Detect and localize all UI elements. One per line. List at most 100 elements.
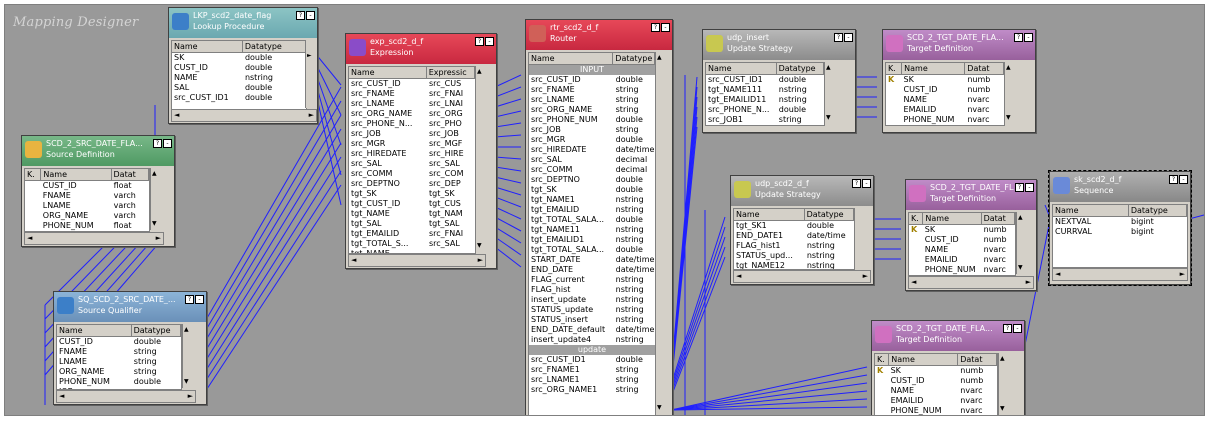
- port-row[interactable]: src_ORG_NAME1 string: [529, 385, 655, 395]
- minimize-icon[interactable]: -: [195, 295, 204, 304]
- port-row[interactable]: src_HIREDATE date/time: [529, 145, 655, 155]
- port-row[interactable]: tgt_NAME12 nstring: [734, 261, 854, 269]
- port-row[interactable]: src_CUST_ID1 double: [706, 75, 824, 85]
- port-row[interactable]: NEXTVAL bigint: [1053, 217, 1187, 227]
- column-header[interactable]: Datatype: [777, 63, 824, 74]
- port-row[interactable]: insert_update nstring: [529, 295, 655, 305]
- restore-icon[interactable]: ?: [651, 23, 660, 32]
- port-row[interactable]: tgt_SK tgt_SK: [349, 189, 475, 199]
- port-row[interactable]: src_FNAME src_FNAI: [349, 89, 475, 99]
- column-header[interactable]: Name: [1053, 205, 1129, 216]
- restore-icon[interactable]: ?: [185, 295, 194, 304]
- port-row[interactable]: CUST_ID numb: [875, 376, 997, 386]
- column-header[interactable]: Datat: [965, 63, 1004, 74]
- update-strategy-scd2[interactable]: udp_scd2_d_f Update Strategy ? - Name Data…: [730, 175, 874, 285]
- port-row[interactable]: K SK numb: [909, 225, 1015, 235]
- column-header[interactable]: Datatype: [132, 325, 181, 336]
- column-header[interactable]: Name: [706, 63, 777, 74]
- column-header[interactable]: K.: [875, 354, 890, 365]
- port-row[interactable]: NAME nvarc: [875, 386, 997, 396]
- scroll-down-icon[interactable]: ▼: [657, 404, 662, 412]
- restore-icon[interactable]: ?: [852, 179, 861, 188]
- port-row[interactable]: START_DATE date/time: [529, 255, 655, 265]
- port-row[interactable]: FNAME varch: [25, 191, 149, 201]
- update-strategy-insert[interactable]: udp_insert Update Strategy ? - Name Dataty…: [702, 29, 856, 133]
- expression-transformation[interactable]: exp_scd2_d_f Expression ? - Name Expressic…: [345, 33, 497, 269]
- port-row[interactable]: src_MGR double: [529, 135, 655, 145]
- restore-icon[interactable]: ?: [834, 33, 843, 42]
- column-header[interactable]: Name: [41, 169, 112, 180]
- port-row[interactable]: K SK numb: [875, 366, 997, 376]
- source-qualifier-header[interactable]: SQ_SCD_2_SRC_DATE_... Source Qualifier ?…: [54, 292, 206, 322]
- port-row[interactable]: src_LNAME string: [529, 95, 655, 105]
- port-row[interactable]: CUST_ID double: [57, 337, 181, 347]
- port-row[interactable]: ORG_NAME string: [57, 367, 181, 377]
- column-header[interactable]: Name: [889, 354, 959, 365]
- port-row[interactable]: STATUS_update nstring: [529, 305, 655, 315]
- target-1-header[interactable]: SCD_2_TGT_DATE_FLA... Target Definition …: [883, 30, 1035, 60]
- target-2-header[interactable]: SCD_2_TGT_DATE_FLA... Target Definition …: [906, 180, 1036, 210]
- scroll-right-icon[interactable]: ►: [1180, 270, 1185, 278]
- port-row[interactable]: tgt_CUST_ID tgt_CUS: [349, 199, 475, 209]
- port-row[interactable]: EMAILID nvarc: [886, 105, 1004, 115]
- scroll-up-icon[interactable]: ▲: [1000, 355, 1005, 363]
- column-header[interactable]: Name: [172, 41, 243, 52]
- port-row[interactable]: PHONE_NUM float: [25, 221, 149, 231]
- port-row[interactable]: STATUS_insert nstring: [529, 315, 655, 325]
- router-header[interactable]: rtr_scd2_d_f Router ? -: [526, 20, 672, 50]
- scroll-right-icon[interactable]: ►: [188, 392, 193, 400]
- minimize-icon[interactable]: -: [1179, 175, 1188, 184]
- column-header[interactable]: K.: [909, 213, 924, 224]
- port-row[interactable]: tgt_EMAILID src_FNAI: [349, 229, 475, 239]
- column-header[interactable]: Datatype: [805, 209, 854, 220]
- sequence-header[interactable]: sk_scd2_d_f Sequence ? -: [1050, 172, 1190, 202]
- scroll-down-icon[interactable]: ▼: [1006, 114, 1011, 122]
- column-header[interactable]: Name: [57, 325, 132, 336]
- sequence-generator[interactable]: sk_scd2_d_f Sequence ? - Name Datatype NEXT…: [1048, 170, 1192, 286]
- port-row[interactable]: src_SAL src_SAL: [349, 159, 475, 169]
- port-row[interactable]: tgt_EMAILID1 nstring: [529, 235, 655, 245]
- column-header[interactable]: Datatype: [1129, 205, 1187, 216]
- column-header[interactable]: Datatype: [243, 41, 306, 52]
- mapping-workspace[interactable]: Mapping Designer LKP_scd2_date_flag Look…: [4, 4, 1205, 416]
- port-row[interactable]: EMAILID nvarc: [875, 396, 997, 406]
- port-row[interactable]: tgt_NAME1 nstring: [529, 195, 655, 205]
- source-qualifier[interactable]: SQ_SCD_2_SRC_DATE_... Source Qualifier ?…: [53, 291, 207, 405]
- port-row[interactable]: src_COMM src_COM: [349, 169, 475, 179]
- port-row[interactable]: END_DATE date/time: [529, 265, 655, 275]
- minimize-icon[interactable]: -: [1025, 183, 1034, 192]
- port-row[interactable]: FLAG_hist1 nstring: [734, 241, 854, 251]
- column-header[interactable]: K.: [886, 63, 903, 74]
- port-row[interactable]: tgt_SK1 double: [734, 221, 854, 231]
- port-row[interactable]: src_JOB string: [529, 125, 655, 135]
- port-row[interactable]: tgt_NAME111 nstring: [706, 85, 824, 95]
- scroll-left-icon[interactable]: ◄: [27, 234, 32, 242]
- port-row[interactable]: src_FNAME string: [529, 85, 655, 95]
- port-row[interactable]: END_DATE1 date/time: [734, 231, 854, 241]
- target-3-header[interactable]: SCD_2_TGT_DATE_FLA... Target Definition …: [872, 321, 1024, 351]
- port-row[interactable]: tgt_SAL tgt_SAL: [349, 219, 475, 229]
- column-header[interactable]: Datatype: [613, 53, 655, 64]
- port-row[interactable]: EMAILID nvarc: [909, 255, 1015, 265]
- column-header[interactable]: Expressic: [427, 67, 475, 78]
- lookup-header[interactable]: LKP_scd2_date_flag Lookup Procedure ? -: [169, 8, 317, 38]
- restore-icon[interactable]: ?: [1014, 33, 1023, 42]
- minimize-icon[interactable]: -: [661, 23, 670, 32]
- port-row[interactable]: CUST_ID float: [25, 181, 149, 191]
- scroll-left-icon[interactable]: ◄: [351, 256, 356, 264]
- port-row[interactable]: src_ORG_NAME src_ORG: [349, 109, 475, 119]
- column-header[interactable]: Name: [349, 67, 427, 78]
- port-row[interactable]: PHONE_NUM nvarc: [886, 115, 1004, 125]
- minimize-icon[interactable]: -: [1024, 33, 1033, 42]
- port-row[interactable]: src_DEPTNO double: [529, 175, 655, 185]
- update-insert-header[interactable]: udp_insert Update Strategy ? -: [703, 30, 855, 60]
- port-row[interactable]: tgt_EMAILID nstring: [529, 205, 655, 215]
- scroll-up-icon[interactable]: ▲: [657, 54, 662, 62]
- scroll-left-icon[interactable]: ◄: [59, 392, 64, 400]
- port-row[interactable]: tgt_NAME11 nstring: [529, 225, 655, 235]
- port-row[interactable]: src_PHONE_NUM double: [529, 115, 655, 125]
- scroll-down-icon[interactable]: ▼: [152, 220, 157, 228]
- restore-icon[interactable]: ?: [1003, 324, 1012, 333]
- scroll-up-icon[interactable]: ▲: [184, 326, 189, 334]
- column-header[interactable]: Datat: [982, 213, 1015, 224]
